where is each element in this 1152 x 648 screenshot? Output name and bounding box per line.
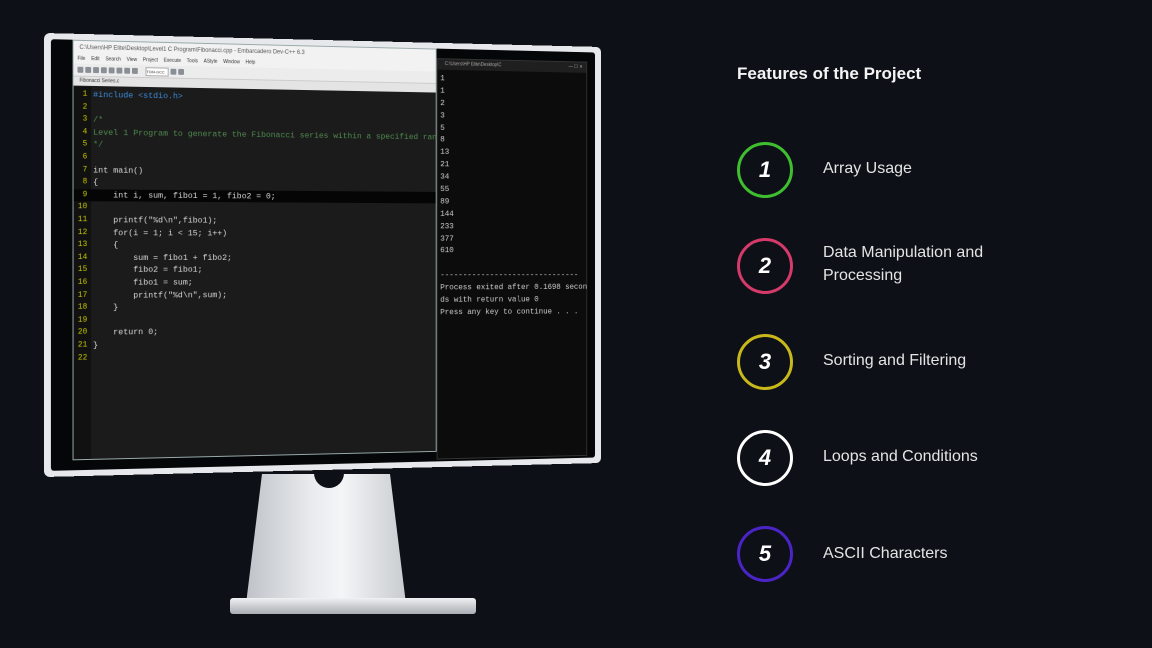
menu-item-view[interactable]: View [127,56,137,65]
code-text: } [93,340,99,351]
code-editor[interactable]: 1 #include <stdio.h> 2 3/* 4 Level 1 Program … [73,86,451,460]
menu-item-search[interactable]: Search [105,55,120,64]
line-number: 1 [82,89,88,99]
line-number: 14 [77,252,88,262]
menu-item-help[interactable]: Help [246,59,256,68]
console-line: ------------------------------- [440,270,579,281]
line-number: 15 [77,265,88,275]
monitor-stand [246,474,406,604]
line-number: 19 [77,315,88,325]
code-text: /* [93,114,104,126]
console-line: 377 [440,233,454,244]
compiler-select[interactable]: TDM-GCC [145,66,169,77]
line-number: 21 [77,340,88,350]
line-number: 8 [82,177,88,187]
console-line: ds with return value 0 [440,294,539,305]
code-text: fibo2 = fibo1; [93,265,203,276]
console-line: Process exited after 0.1698 secon [440,282,588,293]
console-line: 144 [440,208,454,219]
close-icon[interactable] [108,67,115,74]
code-text: } [93,302,119,313]
monitor-stand-base [230,598,476,614]
feature-label: ASCII Characters [823,545,948,562]
new-file-icon[interactable] [77,66,84,73]
menu-item-astyle[interactable]: AStyle [204,58,218,67]
console-line: Press any key to continue . . . [440,306,579,318]
menu-item-execute[interactable]: Execute [164,57,181,66]
menu-item-file[interactable]: File [77,55,85,64]
feature-number-badge: 1 [737,142,793,198]
line-number: 12 [77,227,88,237]
code-line[interactable]: 14 sum = fibo1 + fibo2; [74,252,436,265]
code-text: int main() [93,165,144,176]
feature-label: Array Usage [823,160,912,177]
console-title-bar: C:\Users\HP Elite\Desktop\C — ☐ ✕ [437,59,587,73]
line-number: 13 [77,240,88,250]
run-icon[interactable] [132,67,138,74]
line-number: 17 [77,290,88,300]
line-number: 3 [82,114,88,124]
compile-icon[interactable] [124,67,131,74]
console-output: 1 1 2 3 5 8 13 21 34 55 89 144 233 377 610 ------------… [440,73,588,319]
code-text: printf("%d\n",sum); [93,289,228,301]
save-all-icon[interactable] [100,67,107,74]
open-file-icon[interactable] [85,66,92,73]
code-text: return 0; [93,327,159,338]
window-controls-icon[interactable]: — ☐ ✕ [569,62,583,73]
code-line[interactable]: 11 printf("%d\n",fibo1); [74,214,436,228]
menu-item-tools[interactable]: Tools [187,57,198,66]
menu-item-project[interactable]: Project [143,56,158,65]
line-number: 20 [77,328,88,338]
feature-number-badge: 4 [737,430,793,486]
console-line: 610 [440,245,454,256]
line-number: 18 [77,302,88,312]
line-number: 9 [82,190,88,200]
code-line[interactable]: 13 { [74,239,436,252]
line-number: 22 [77,353,88,363]
code-text: { [93,177,99,188]
line-number: 10 [77,202,88,212]
console-line: 55 [440,184,450,194]
line-number: 2 [82,102,88,112]
feature-number-badge: 3 [737,334,793,390]
code-text: for(i = 1; i < 15; i++) [93,227,228,238]
save-icon[interactable] [93,67,99,74]
code-text: int i, sum, fibo1 = 1, fibo2 = 0; [93,190,276,202]
line-number: 5 [82,139,88,149]
debug-icon[interactable] [170,68,177,75]
console-title: C:\Users\HP Elite\Desktop\C [444,61,502,69]
code-text: fibo1 = sum; [93,277,193,288]
feature-label: Data Manipulation and Processing [823,244,984,284]
feature-label: Loops and Conditions [823,448,978,465]
line-number: 4 [82,127,88,137]
code-text: sum = fibo1 + fibo2; [93,252,232,263]
console-line: 89 [440,196,450,207]
console-line: 233 [440,221,454,231]
line-number: 7 [82,164,88,174]
menu-item-edit[interactable]: Edit [91,55,99,64]
code-line[interactable]: 22 [74,348,436,365]
monitor-screen: C:\Users\HP Elite\Desktop\Level1 C Progr… [50,39,596,471]
stop-icon[interactable] [178,68,184,75]
line-number: 6 [82,152,88,162]
line-number: 11 [77,215,88,225]
ide-window[interactable]: C:\Users\HP Elite\Desktop\Level1 C Progr… [72,39,451,461]
feature-number-badge: 5 [737,526,793,582]
code-line[interactable]: 15 fibo2 = fibo1; [74,264,436,277]
code-line[interactable]: 12 for(i = 1; i < 15; i++) [74,227,436,240]
monitor: C:\Users\HP Elite\Desktop\Level1 C Progr… [44,33,602,477]
line-number: 16 [77,277,88,287]
print-icon[interactable] [116,67,123,74]
code-text: printf("%d\n",fibo1); [93,215,218,226]
features-title: Features of the Project [737,64,922,83]
code-text: { [93,240,119,251]
feature-label: Sorting and Filtering [823,352,967,369]
menu-item-window[interactable]: Window [223,58,240,67]
console-window[interactable]: C:\Users\HP Elite\Desktop\C — ☐ ✕ 112358… [436,58,588,460]
feature-number-badge: 2 [737,238,793,294]
code-text: */ [93,140,104,151]
